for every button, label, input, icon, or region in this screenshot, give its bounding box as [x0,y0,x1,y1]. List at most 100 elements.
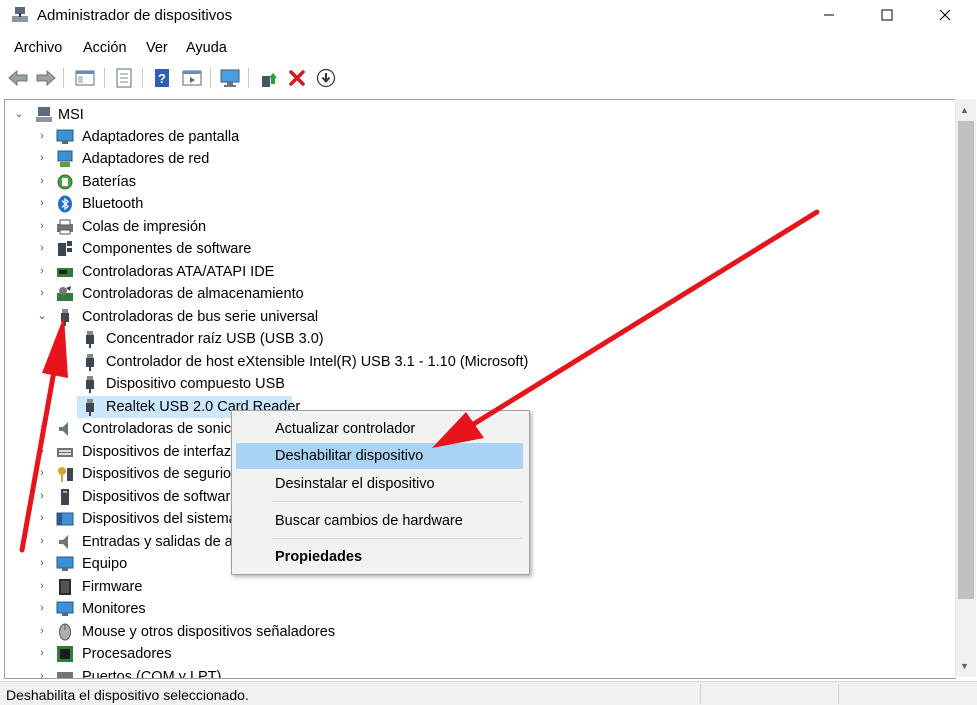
tree-category[interactable]: › Mouse y otros dispositivos señaladores [5,621,945,643]
category-label: Adaptadores de red [82,151,210,167]
maximize-button[interactable] [858,0,916,30]
show-hide-console-tree-button[interactable] [74,67,96,89]
battery-icon [57,174,73,190]
category-label: Dispositivos de interfaz [82,444,232,460]
tree-category[interactable]: › Baterías [5,171,945,193]
network-adapter-icon [57,150,73,167]
category-label: Adaptadores de pantalla [82,129,240,145]
menu-item-update-driver[interactable]: Actualizar controlador [236,416,523,442]
chevron-right-icon[interactable]: › [36,152,48,164]
minimize-button[interactable] [800,0,858,30]
scan-hardware-button[interactable] [219,67,241,89]
chevron-right-icon[interactable]: › [36,287,48,299]
ide-controller-icon [57,268,73,277]
chevron-right-icon[interactable]: › [36,490,48,502]
tree-category[interactable]: › Controladoras de almacenamiento [5,283,945,305]
tree-category-usb[interactable]: ⌄ Controladoras de bus serie universal [5,306,945,328]
scrollbar-thumb[interactable] [958,121,974,599]
chevron-right-icon[interactable]: › [36,557,48,569]
update-driver-button[interactable] [258,67,280,89]
status-bar: Deshabilita el dispositivo seleccionado. [0,681,977,705]
tree-category[interactable]: › Puertos (COM y LPT) [5,666,945,679]
maximize-icon [881,9,893,21]
usb-device-item[interactable]: Dispositivo compuesto USB [5,373,945,395]
help-button[interactable]: ? [151,67,173,89]
chevron-right-icon[interactable]: › [36,512,48,524]
menu-ver[interactable]: Ver [146,40,168,56]
scroll-down-icon[interactable]: ▼ [960,661,969,671]
printer-icon [57,219,73,235]
software-device-icon [61,489,69,505]
tree-root-msi[interactable]: ⌄ MSI [5,104,945,126]
tree-category[interactable]: › Controladoras ATA/ATAPI IDE [5,261,945,283]
chevron-right-icon[interactable]: › [36,175,48,187]
menu-item-scan-hardware[interactable]: Buscar cambios de hardware [236,508,523,534]
tree-root-label: MSI [58,107,84,123]
menu-ayuda[interactable]: Ayuda [186,40,227,56]
uninstall-device-button[interactable] [286,67,308,89]
menu-bar: Archivo Acción Ver Ayuda [0,38,977,60]
usb-icon [61,309,69,326]
tree-category[interactable]: › Componentes de software [5,238,945,260]
tree-category[interactable]: › Adaptadores de pantalla [5,126,945,148]
chevron-right-icon[interactable]: › [36,535,48,547]
menu-accion[interactable]: Acción [83,40,127,56]
hid-icon [57,448,73,457]
chevron-right-icon[interactable]: › [36,197,48,209]
device-label: Dispositivo compuesto USB [106,376,285,392]
chevron-down-icon[interactable]: ⌄ [13,108,25,120]
chevron-right-icon[interactable]: › [36,625,48,637]
chevron-right-icon[interactable]: › [36,445,48,457]
menu-item-uninstall-device[interactable]: Desinstalar el dispositivo [236,471,523,497]
menu-archivo[interactable]: Archivo [14,40,62,56]
tree-category[interactable]: › Monitores [5,598,945,620]
update-driver-icon [262,73,277,87]
usb-device-item[interactable]: Controlador de host eXtensible Intel(R) … [5,351,945,373]
usb-icon [86,376,94,393]
disable-device-button[interactable] [315,67,337,89]
usb-icon [86,399,94,416]
port-icon [57,672,73,678]
chevron-right-icon[interactable]: › [36,467,48,479]
vertical-scrollbar[interactable]: ▲ ▼ [955,99,976,677]
chevron-right-icon[interactable]: › [36,670,48,678]
chevron-right-icon[interactable]: › [36,220,48,232]
action-pane-button[interactable] [181,67,203,89]
category-label: Puertos (COM y LPT) [82,669,222,679]
usb-device-item[interactable]: Concentrador raíz USB (USB 3.0) [5,328,945,350]
back-button[interactable] [7,67,29,89]
software-component-icon [58,241,72,256]
chevron-right-icon[interactable]: › [36,422,48,434]
forward-arrow-icon [36,70,56,86]
tree-category[interactable]: › Adaptadores de red [5,148,945,170]
properties-button[interactable] [113,67,135,89]
chevron-right-icon[interactable]: › [36,647,48,659]
console-tree-icon [75,70,95,86]
tree-category[interactable]: › Bluetooth [5,193,945,215]
chevron-right-icon[interactable]: › [36,580,48,592]
forward-button[interactable] [35,67,57,89]
category-label: Colas de impresión [82,219,207,235]
menu-item-properties[interactable]: Propiedades [236,544,523,570]
close-button[interactable] [916,0,974,30]
title-bar: Administrador de dispositivos [0,0,977,34]
device-label: Controlador de host eXtensible Intel(R) … [106,354,529,370]
tree-category[interactable]: › Colas de impresión [5,216,945,238]
chevron-right-icon[interactable]: › [36,242,48,254]
chevron-right-icon[interactable]: › [36,265,48,277]
chevron-right-icon[interactable]: › [36,130,48,142]
chevron-right-icon[interactable]: › [36,602,48,614]
usb-icon [86,331,94,348]
category-label: Dispositivos de segurio [82,466,232,482]
category-label: Componentes de software [82,241,252,257]
status-divider [700,684,701,704]
tree-category[interactable]: › Procesadores [5,643,945,665]
storage-controller-icon [57,286,73,301]
svg-text:?: ? [158,71,166,86]
menu-item-disable-device[interactable]: Deshabilitar dispositivo [236,443,523,469]
monitor-icon [56,601,74,616]
tree-category[interactable]: › Firmware [5,576,945,598]
scroll-up-icon[interactable]: ▲ [960,105,969,115]
mouse-icon [59,623,71,641]
chevron-down-icon[interactable]: ⌄ [36,310,48,322]
